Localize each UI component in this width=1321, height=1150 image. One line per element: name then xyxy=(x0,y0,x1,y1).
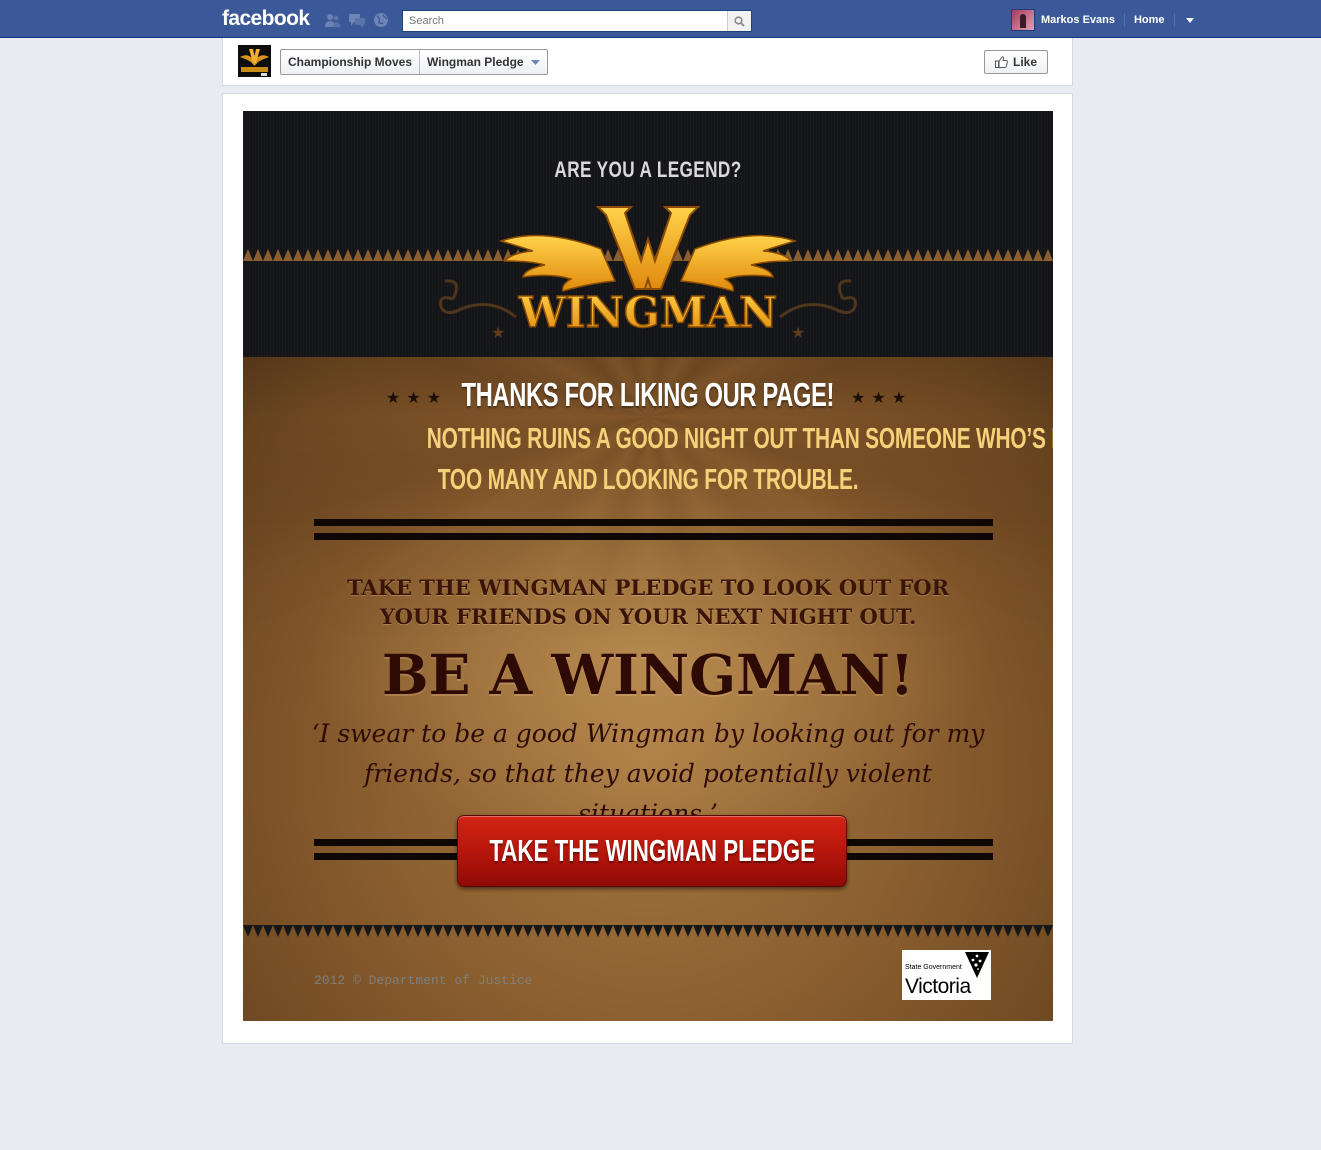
notifications-icon[interactable] xyxy=(372,12,390,28)
wingman-wordmark: WINGMAN xyxy=(518,288,778,337)
friend-requests-icon[interactable] xyxy=(324,12,342,28)
pledge-invitation: TAKE THE WINGMAN PLEDGE TO LOOK OUT FOR … xyxy=(283,573,1013,631)
chevron-down-icon xyxy=(530,59,540,65)
double-rule-divider xyxy=(314,519,993,540)
thanks-heading: THANKS FOR LIKING OUR PAGE! xyxy=(461,376,835,413)
account-menu-button[interactable] xyxy=(1184,14,1196,26)
intro-line-2: TOO MANY AND LOOKING FOR TROUBLE. xyxy=(437,464,859,496)
user-nav: Markos Evans Home xyxy=(1011,9,1196,31)
search-input[interactable] xyxy=(403,11,725,31)
right-flourish-icon xyxy=(779,279,857,319)
be-a-wingman-heading: BE A WINGMAN! xyxy=(381,642,915,707)
wingman-thumb-logo-icon xyxy=(238,45,271,77)
wingman-emblem-logo: ★ ★ WINGMAN xyxy=(439,206,857,342)
intro-line-1: NOTHING RUINS A GOOD NIGHT OUT THAN SOME… xyxy=(426,423,1053,455)
take-pledge-button[interactable]: TAKE THE WINGMAN PLEDGE xyxy=(457,815,847,887)
state-government-victoria-logo[interactable]: State Government Victoria xyxy=(902,950,991,1000)
breadcrumb-page-label: Championship Moves xyxy=(288,55,413,69)
take-pledge-label: TAKE THE WINGMAN PLEDGE xyxy=(489,833,815,868)
notification-jewels xyxy=(324,12,390,28)
copyright-text: 2012 © Department of Justice xyxy=(314,973,533,988)
breadcrumb-tab-label: Wingman Pledge xyxy=(427,55,524,69)
breadcrumb: Championship Moves Wingman Pledge xyxy=(280,49,548,75)
tagline-heading: ARE YOU A LEGEND? xyxy=(554,157,742,182)
like-button[interactable]: Like xyxy=(984,50,1048,74)
thanks-heading-row: THANKS FOR LIKING OUR PAGE! xyxy=(243,376,1053,414)
pledge-line-2: YOUR FRIENDS ON YOUR NEXT NIGHT OUT. xyxy=(379,604,917,629)
chevron-down-icon xyxy=(1185,17,1194,23)
nav-divider xyxy=(1123,13,1125,27)
breadcrumb-page-link[interactable]: Championship Moves xyxy=(281,50,419,74)
home-link[interactable]: Home xyxy=(1134,14,1165,26)
search-button[interactable] xyxy=(727,11,751,31)
search-box xyxy=(402,10,752,32)
page-profile-thumbnail[interactable] xyxy=(238,45,271,77)
thumbs-up-icon xyxy=(994,56,1008,68)
breadcrumb-tab-dropdown[interactable]: Wingman Pledge xyxy=(419,50,547,74)
nav-divider xyxy=(1173,13,1175,27)
left-flourish-icon xyxy=(439,279,517,319)
intro-text: NOTHING RUINS A GOOD NIGHT OUT THAN SOME… xyxy=(283,419,1053,501)
page-header: Championship Moves Wingman Pledge Like xyxy=(222,38,1073,86)
like-label: Like xyxy=(1012,55,1037,69)
victoria-label: Victoria xyxy=(905,975,971,998)
star-decoration-icon: ★ xyxy=(791,323,805,342)
pledge-line-1: TAKE THE WINGMAN PLEDGE TO LOOK OUT FOR xyxy=(346,575,950,600)
messages-icon[interactable] xyxy=(348,12,366,28)
search-icon xyxy=(734,15,745,27)
facebook-logo[interactable]: facebook xyxy=(222,7,310,31)
user-name-link[interactable]: Markos Evans xyxy=(1041,14,1115,26)
avatar[interactable] xyxy=(1011,9,1035,31)
wingman-app-canvas: ARE YOU A LEGEND? ★ ★ WINGMAN ★★★ ★★★ TH… xyxy=(243,111,1053,1021)
state-government-label: State Government xyxy=(905,964,962,971)
star-decoration-icon: ★ xyxy=(491,323,505,342)
top-bar: facebook Markos Evans Home xyxy=(0,0,1321,38)
zigzag-bottom-edge xyxy=(243,925,1053,937)
